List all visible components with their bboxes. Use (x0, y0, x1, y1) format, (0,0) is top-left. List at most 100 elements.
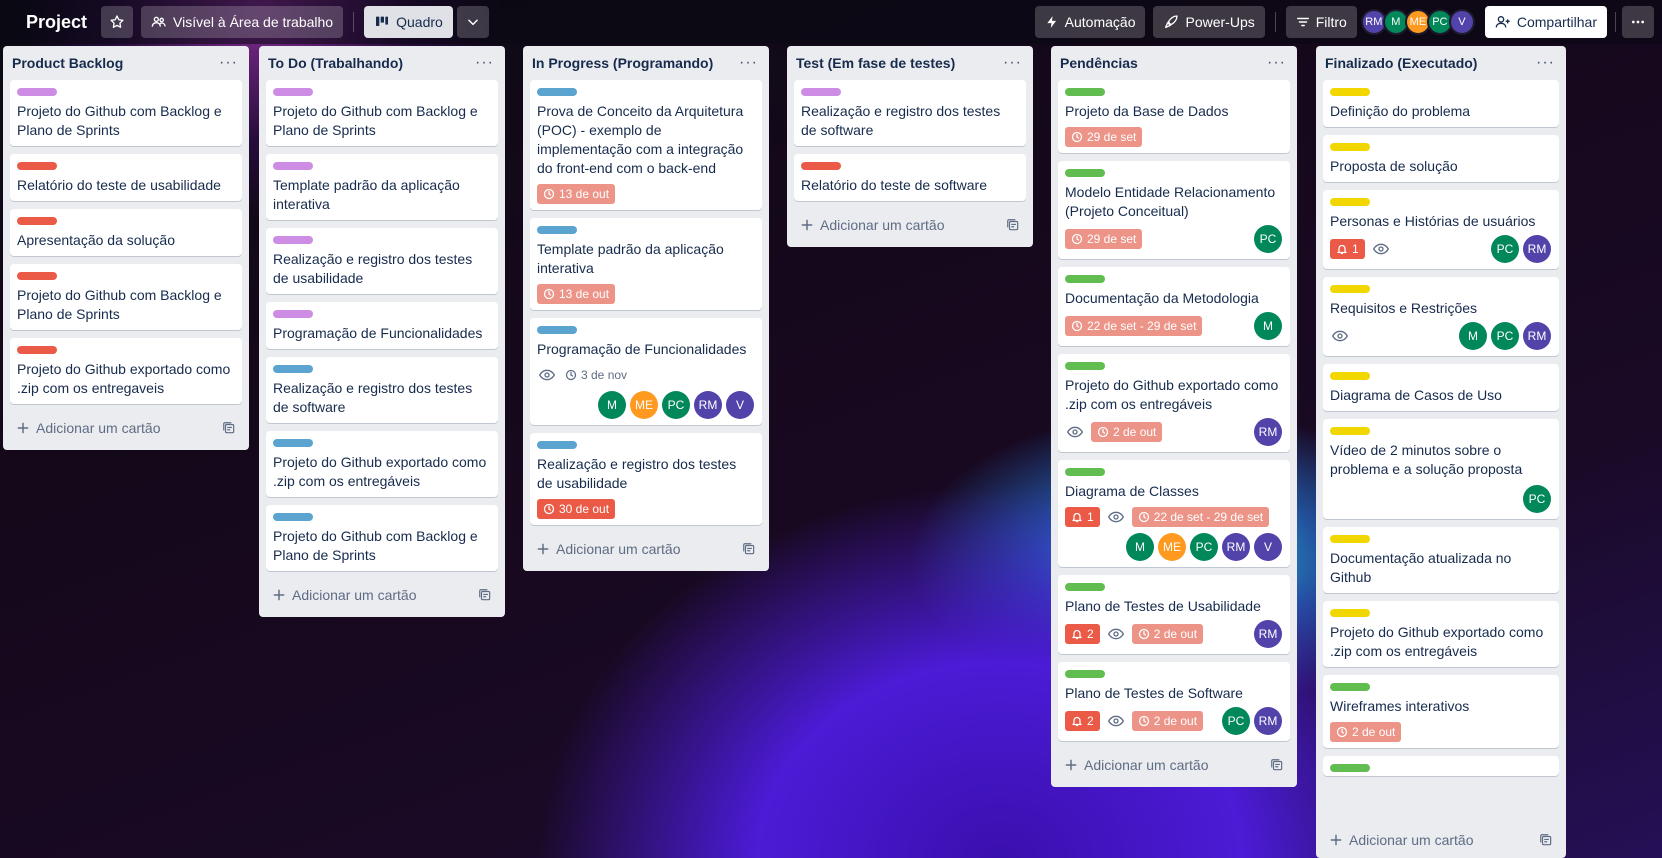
card[interactable]: Realização e registro dos testes de usab… (530, 433, 762, 525)
card[interactable]: Relatório do teste de software (794, 154, 1026, 201)
card[interactable]: Prova de Conceito da Arquitetura (POC) -… (530, 80, 762, 210)
card[interactable]: Projeto do Github com Backlog e Plano de… (266, 505, 498, 571)
powerups-button[interactable]: Power-Ups (1153, 6, 1265, 38)
due-date-badge[interactable]: 2 de out (1091, 422, 1163, 442)
due-date-badge[interactable]: 13 de out (537, 184, 616, 204)
card-label[interactable] (1065, 275, 1105, 283)
card-label[interactable] (17, 217, 57, 225)
card[interactable]: Modelo Entidade Relacionamento (Projeto … (1058, 161, 1290, 259)
member-avatar[interactable]: PC (1190, 533, 1218, 561)
template-icon[interactable] (1270, 758, 1284, 772)
list-title[interactable]: Product Backlog (12, 55, 123, 71)
card-label[interactable] (537, 88, 577, 96)
card[interactable]: Projeto do Github exportado como .zip co… (10, 338, 242, 404)
card-label[interactable] (1330, 372, 1370, 380)
card-label[interactable] (17, 162, 57, 170)
card-label[interactable] (1330, 683, 1370, 691)
card[interactable]: Relatório do teste de usabilidade (10, 154, 242, 201)
card-label[interactable] (1330, 609, 1370, 617)
due-date-badge[interactable]: 30 de out (537, 499, 616, 519)
card-label[interactable] (1330, 143, 1370, 151)
add-card-button[interactable]: Adicionar um cartão (530, 533, 762, 561)
member-avatar[interactable]: PC (1523, 485, 1551, 513)
card[interactable]: Template padrão da aplicação interativa (266, 154, 498, 220)
card[interactable]: Projeto do Github com Backlog e Plano de… (266, 80, 498, 146)
share-button[interactable]: Compartilhar (1484, 6, 1607, 38)
card[interactable]: Proposta de solução (1323, 135, 1559, 182)
card-label[interactable] (1330, 535, 1370, 543)
card[interactable]: Requisitos e Restrições M PC RM (1323, 277, 1559, 356)
list-menu-button[interactable]: ··· (1003, 54, 1022, 72)
card-label[interactable] (1065, 88, 1105, 96)
add-card-button[interactable]: Adicionar um cartão (1323, 820, 1559, 852)
card-label[interactable] (1065, 468, 1105, 476)
card[interactable]: Plano de Testes de Software 2 2 de out PC RM (1058, 662, 1290, 741)
list-title[interactable]: In Progress (Programando) (532, 55, 713, 71)
board-member-avatar[interactable]: V (1448, 9, 1475, 35)
card[interactable]: Documentação atualizada no Github (1323, 527, 1559, 593)
card[interactable]: Plano de Testes de Usabilidade 2 2 de out R… (1058, 575, 1290, 654)
list-menu-button[interactable]: ··· (1267, 54, 1286, 72)
card[interactable]: Personas e Histórias de usuários 1 PC RM (1323, 190, 1559, 269)
card-label[interactable] (801, 162, 841, 170)
card[interactable]: Programação de Funcionalidades 3 de nov M M… (530, 318, 762, 425)
card[interactable]: Apresentação da solução (10, 209, 242, 256)
card[interactable]: Realização e registro dos testes de soft… (794, 80, 1026, 146)
card-label[interactable] (273, 513, 313, 521)
card[interactable]: Diagrama de Classes 1 22 de set - 29 de se… (1058, 460, 1290, 567)
due-date-badge[interactable]: 2 de out (1131, 624, 1204, 644)
due-date-badge[interactable]: 13 de out (537, 284, 616, 304)
card-label[interactable] (273, 236, 313, 244)
card-label[interactable] (537, 441, 577, 449)
member-avatar[interactable]: M (1459, 322, 1487, 350)
card[interactable] (1323, 756, 1559, 776)
card-label[interactable] (1330, 764, 1370, 772)
member-avatar[interactable]: RM (1254, 418, 1282, 446)
member-avatar[interactable]: PC (662, 391, 690, 419)
notification-badge[interactable]: 2 (1065, 711, 1100, 731)
template-icon[interactable] (742, 542, 756, 556)
add-card-button[interactable]: Adicionar um cartão (794, 209, 1026, 237)
card-label[interactable] (273, 310, 313, 318)
list-title[interactable]: Pendências (1060, 55, 1138, 71)
board-view-button[interactable]: Quadro (364, 6, 453, 38)
template-icon[interactable] (1006, 218, 1020, 232)
list-menu-button[interactable]: ··· (1536, 54, 1555, 72)
date-badge[interactable]: 3 de nov (563, 365, 629, 385)
list-menu-button[interactable]: ··· (739, 54, 758, 72)
card-label[interactable] (17, 346, 57, 354)
card-label[interactable] (17, 272, 57, 280)
due-date-badge[interactable]: 22 de set - 29 de set (1131, 507, 1270, 527)
board-title[interactable]: Project (26, 12, 87, 33)
card[interactable]: Definição do problema (1323, 80, 1559, 127)
card[interactable]: Projeto do Github com Backlog e Plano de… (10, 80, 242, 146)
card-label[interactable] (1065, 583, 1105, 591)
due-date-badge[interactable]: 2 de out (1330, 722, 1402, 742)
card[interactable]: Projeto do Github exportado como .zip co… (1323, 601, 1559, 667)
card-label[interactable] (1330, 198, 1370, 206)
member-avatar[interactable]: RM (1254, 620, 1282, 648)
view-switcher-button[interactable] (456, 6, 489, 38)
card[interactable]: Diagrama de Casos de Uso (1323, 364, 1559, 411)
card[interactable]: Realização e registro dos testes de soft… (266, 357, 498, 423)
notification-badge[interactable]: 1 (1330, 239, 1365, 259)
card-label[interactable] (273, 365, 313, 373)
card-label[interactable] (537, 326, 577, 334)
template-icon[interactable] (222, 421, 236, 435)
member-avatar[interactable]: PC (1491, 235, 1519, 263)
card-label[interactable] (273, 88, 313, 96)
member-avatar[interactable]: RM (694, 391, 722, 419)
template-icon[interactable] (478, 588, 492, 602)
card-label[interactable] (1065, 169, 1105, 177)
card[interactable]: Projeto do Github exportado como .zip co… (266, 431, 498, 497)
due-date-badge[interactable]: 2 de out (1131, 711, 1204, 731)
notification-badge[interactable]: 2 (1065, 624, 1100, 644)
due-date-badge[interactable]: 29 de set (1065, 127, 1143, 147)
list-title[interactable]: Finalizado (Executado) (1325, 55, 1477, 71)
list-title[interactable]: Test (Em fase de testes) (796, 55, 955, 71)
board-menu-button[interactable] (1622, 6, 1654, 38)
list-title[interactable]: To Do (Trabalhando) (268, 55, 403, 71)
card[interactable]: Realização e registro dos testes de usab… (266, 228, 498, 294)
member-avatar[interactable]: V (1254, 533, 1282, 561)
card-label[interactable] (273, 439, 313, 447)
